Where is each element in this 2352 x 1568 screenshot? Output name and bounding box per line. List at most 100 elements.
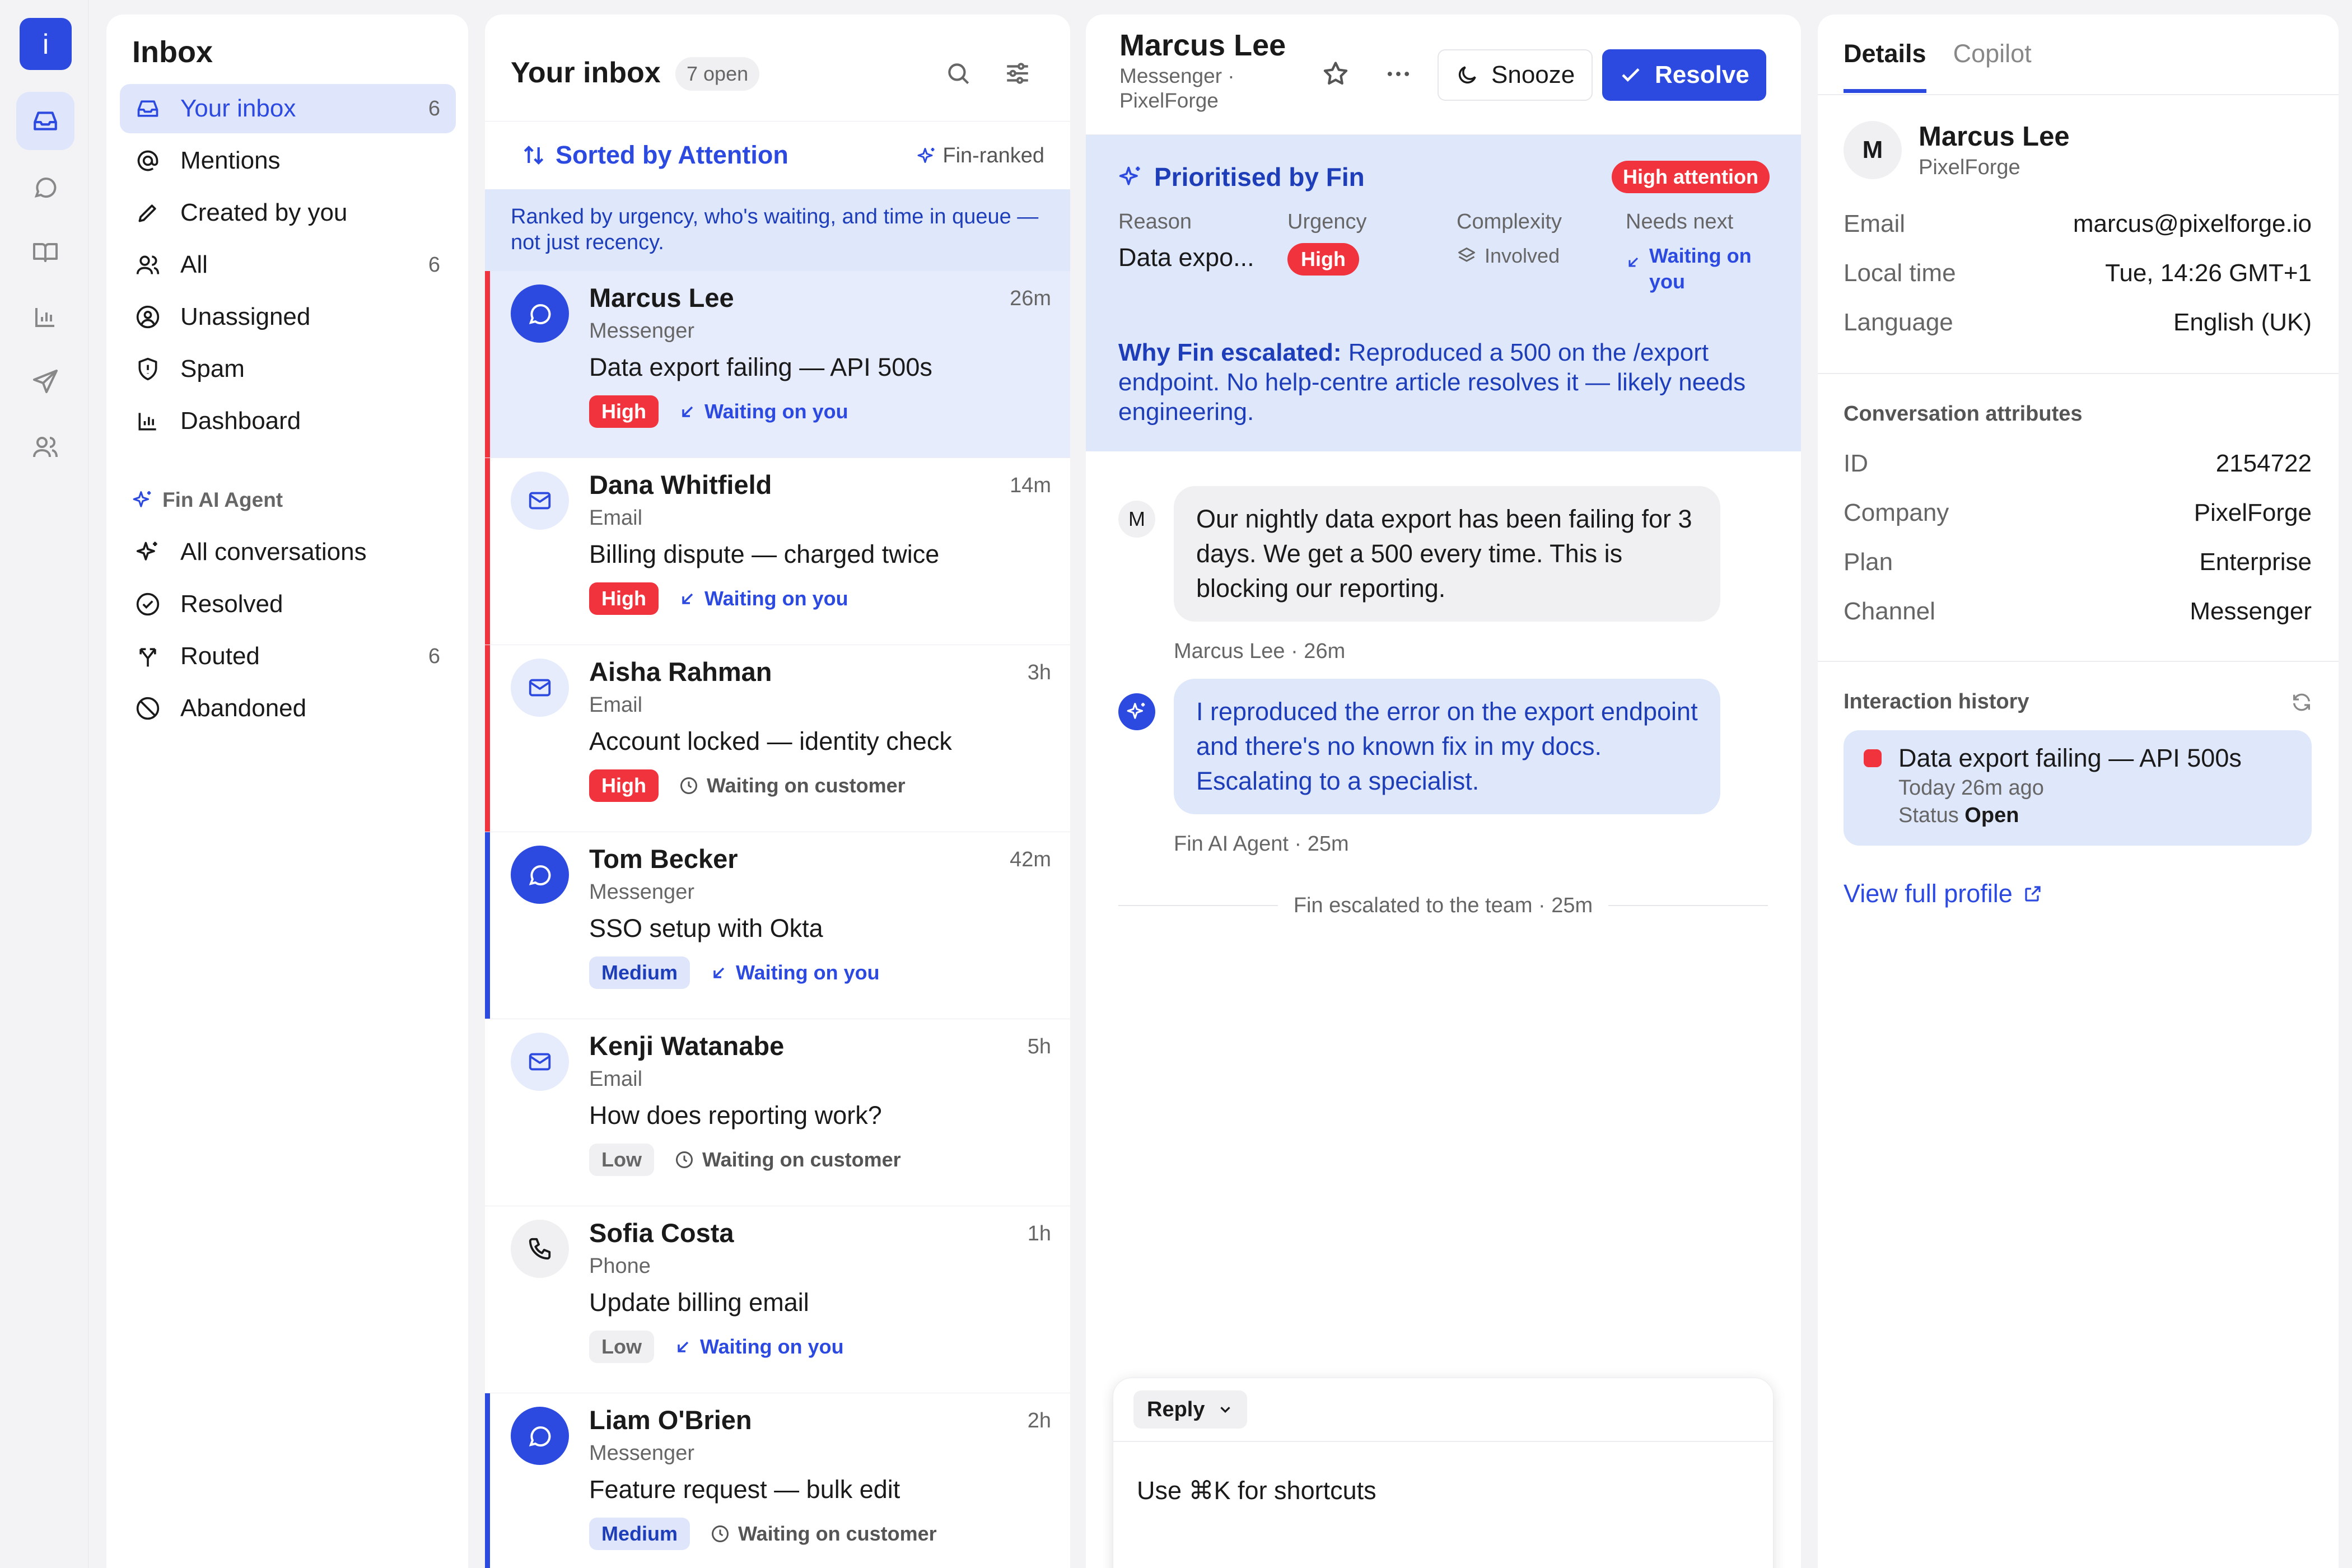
nav-item-label: Abandoned — [180, 694, 307, 722]
row-channel: Email — [589, 693, 643, 717]
snooze-label: Snooze — [1491, 61, 1575, 88]
conversation-row-sofia-costa[interactable]: Sofia Costa 1h Phone Update billing emai… — [485, 1206, 1070, 1393]
fin-section-label: Fin AI Agent — [162, 488, 283, 511]
nav-item-label: All conversations — [180, 538, 367, 566]
rail-chat-icon[interactable] — [16, 158, 74, 216]
nav-item-abandoned[interactable]: Abandoned — [120, 684, 456, 733]
rail-inbox-icon[interactable] — [16, 92, 74, 150]
contact-name: Tom Becker — [589, 844, 738, 874]
row-subject: SSO setup with Okta — [589, 914, 823, 942]
row-subject: Update billing email — [589, 1288, 809, 1317]
contact-name: Sofia Costa — [589, 1218, 734, 1248]
nav-item-dashboard[interactable]: Dashboard — [120, 396, 456, 446]
conversation-row-tom-becker[interactable]: Tom Becker 42m Messenger SSO setup with … — [485, 832, 1070, 1019]
sort-arrows-icon — [522, 143, 545, 167]
field-language: Language English (UK) — [1844, 306, 2312, 339]
sparkle-icon — [133, 538, 162, 567]
resolve-button[interactable]: Resolve — [1602, 49, 1766, 101]
clock-icon — [680, 777, 697, 794]
ranking-note: Ranked by urgency, who's waiting, and ti… — [485, 189, 1070, 271]
search-icon[interactable] — [944, 59, 972, 87]
tab-copilot[interactable]: Copilot — [1953, 39, 2032, 93]
tab-details[interactable]: Details — [1844, 39, 1926, 93]
nav-item-unassigned[interactable]: Unassigned — [120, 292, 456, 342]
history-status-label: Status — [1898, 804, 1959, 827]
attr-value: Waiting on you — [1649, 244, 1752, 293]
field-local-time: Local time Tue, 14:26 GMT+1 — [1844, 256, 2312, 290]
refresh-icon[interactable] — [2290, 691, 2313, 713]
reply-input[interactable]: Use ⌘K for shortcuts — [1137, 1476, 1376, 1505]
chevron-down-icon — [1220, 1407, 1231, 1413]
priority-badge: High — [589, 769, 659, 802]
rail-book-icon[interactable] — [16, 223, 74, 281]
field-key: Plan — [1844, 548, 1893, 576]
history-item[interactable]: Data export failing — API 500s Today 26m… — [1844, 730, 2312, 846]
view-full-profile-link[interactable]: View full profile — [1844, 879, 2043, 908]
moon-icon — [1458, 66, 1476, 84]
nav-item-label: Created by you — [180, 199, 348, 226]
sliders-icon[interactable] — [1004, 59, 1032, 87]
conversation-row-kenji-watanabe[interactable]: Kenji Watanabe 5h Email How does reporti… — [485, 1019, 1070, 1206]
sort-dropdown[interactable]: Sorted by Attention — [522, 141, 788, 170]
waiting-label: Waiting on you — [704, 587, 848, 610]
row-channel: Messenger — [589, 880, 694, 904]
rail-users-icon[interactable] — [16, 418, 74, 476]
contact-name: Marcus Lee — [589, 283, 734, 312]
app-logo[interactable]: i — [20, 18, 72, 70]
details-tabs: Details Copilot — [1844, 39, 2059, 95]
field-key: Company — [1844, 499, 1949, 526]
field-key: Language — [1844, 309, 1953, 336]
priority-bar — [485, 645, 490, 832]
attr-complexity: Complexity Involved — [1457, 210, 1562, 268]
waiting-label: Waiting on you — [699, 1335, 844, 1358]
field-key: Channel — [1844, 598, 1935, 625]
more-icon[interactable] — [1384, 59, 1413, 88]
rail-send-icon[interactable] — [16, 353, 74, 411]
field-value: 2154722 — [2215, 450, 2312, 477]
conversation-row-marcus-lee[interactable]: Marcus Lee 26m Messenger Data export fai… — [485, 271, 1070, 458]
check-icon — [1622, 68, 1640, 82]
customer-message: Our nightly data export has been failing… — [1174, 486, 1720, 622]
nav-item-your-inbox[interactable]: Your inbox 6 — [120, 84, 456, 133]
nav-item-spam[interactable]: Spam — [120, 344, 456, 394]
event-text: Fin escalated to the team · 25m — [1293, 893, 1593, 917]
details-contact-name[interactable]: Marcus Lee — [1919, 121, 2070, 152]
rail-chart-icon[interactable] — [16, 288, 74, 346]
nav-item-all-conversations[interactable]: All conversations — [120, 528, 456, 577]
conversation-row-aisha-rahman[interactable]: Aisha Rahman 3h Email Account locked — i… — [485, 645, 1070, 832]
attr-header: Complexity — [1457, 210, 1562, 234]
star-icon[interactable] — [1321, 59, 1350, 88]
users-icon — [133, 250, 162, 279]
nav-item-count: 6 — [428, 253, 440, 277]
reply-mode-dropdown[interactable]: Reply — [1133, 1390, 1248, 1429]
user-circle-icon — [133, 302, 162, 332]
check-circle-icon — [133, 590, 162, 619]
nav-item-count: 6 — [428, 644, 440, 668]
waiting-status: Waiting on you — [674, 1335, 844, 1359]
arrow-in-icon — [713, 967, 725, 978]
nav-item-all[interactable]: All 6 — [120, 240, 456, 290]
conversation-list-panel: Your inbox 7 open Sorted by Attention Fi… — [485, 15, 1070, 1568]
conversation-row-dana-whitfield[interactable]: Dana Whitfield 14m Email Billing dispute… — [485, 458, 1070, 645]
nav-item-routed[interactable]: Routed 6 — [120, 632, 456, 681]
waiting-status: Waiting on customer — [679, 774, 906, 797]
fin-card-title: Prioritised by Fin — [1118, 162, 1365, 192]
fin-message: I reproduced the error on the export end… — [1174, 679, 1720, 814]
row-subject: How does reporting work? — [589, 1101, 882, 1130]
chart-icon — [133, 407, 162, 436]
attr-header: Urgency — [1287, 210, 1367, 234]
arrow-in-icon — [682, 406, 693, 417]
nav-item-resolved[interactable]: Resolved — [120, 580, 456, 629]
why-label: Why Fin escalated: — [1118, 339, 1342, 366]
attention-badge: High attention — [1612, 161, 1770, 193]
snooze-button[interactable]: Snooze — [1438, 49, 1593, 101]
nav-item-label: Routed — [180, 642, 260, 670]
nav-item-created-by-you[interactable]: Created by you — [120, 188, 456, 237]
attr-needs-next: Needs next Waiting on you — [1626, 210, 1771, 295]
nav-item-mentions[interactable]: Mentions — [120, 136, 456, 185]
waiting-label: Waiting on customer — [702, 1148, 901, 1171]
nav-item-label: Dashboard — [180, 407, 301, 435]
field-value[interactable]: marcus@pixelforge.io — [2073, 210, 2312, 238]
field-email: Email marcus@pixelforge.io — [1844, 207, 2312, 241]
conversation-row-liam-obrien[interactable]: Liam O'Brien 2h Messenger Feature reques… — [485, 1393, 1070, 1568]
